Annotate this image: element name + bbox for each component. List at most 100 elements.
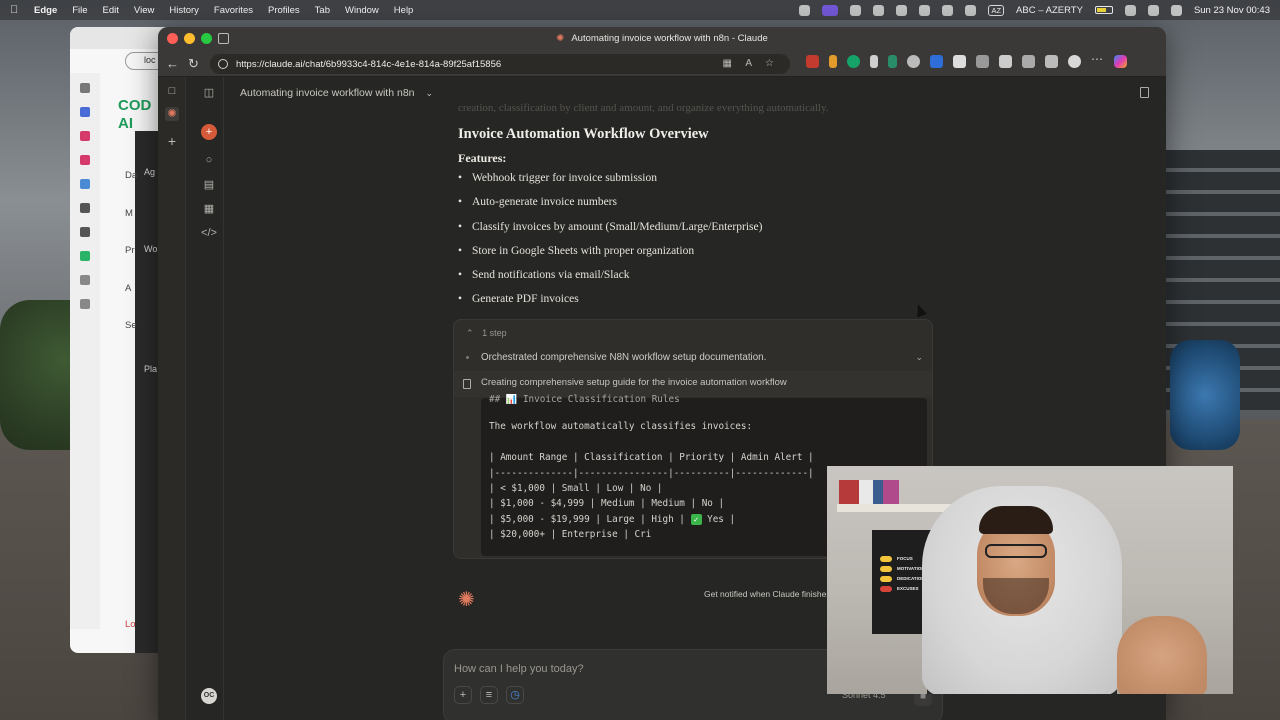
- chats-icon[interactable]: ○: [201, 152, 217, 168]
- docker-icon[interactable]: [873, 4, 885, 16]
- sidebar-toggle-icon[interactable]: ◫: [201, 85, 217, 101]
- bg-sidebar-icon[interactable]: [80, 275, 90, 285]
- reload-icon[interactable]: ↻: [188, 56, 199, 72]
- scrolled-text-fragment: creation, classification by client and a…: [458, 102, 829, 114]
- menu-profiles[interactable]: Profiles: [268, 5, 300, 16]
- read-aloud-icon[interactable]: A: [745, 58, 752, 69]
- bg-label: Lo: [125, 619, 136, 630]
- bg-sidebar-icon[interactable]: [80, 251, 90, 261]
- menu-history[interactable]: History: [169, 5, 199, 16]
- extensions-puzzle-icon[interactable]: [1022, 55, 1035, 68]
- research-clock-button[interactable]: ◷: [506, 686, 524, 704]
- chevron-down-icon[interactable]: ⌄: [425, 88, 433, 98]
- conversation-title[interactable]: Automating invoice workflow with n8n ⌄: [240, 87, 433, 99]
- back-arrow-icon[interactable]: ←: [166, 56, 179, 71]
- steps-toggle[interactable]: ⌃ 1 step: [466, 328, 507, 339]
- brightness-icon[interactable]: [919, 4, 931, 16]
- menu-window[interactable]: Window: [345, 5, 379, 16]
- menu-help[interactable]: Help: [394, 5, 414, 16]
- battery-icon[interactable]: [1094, 6, 1113, 14]
- bg-label: M: [125, 208, 133, 219]
- menu-tab[interactable]: Tab: [315, 5, 330, 16]
- keyboard-layout-badge[interactable]: AZ: [988, 4, 1005, 16]
- more-menu-icon[interactable]: ⋯: [1091, 53, 1104, 68]
- poster-toggle: [880, 576, 892, 582]
- app-available-icon[interactable]: ▦: [723, 58, 732, 69]
- poster-toggle: [880, 586, 892, 592]
- add-attachment-button[interactable]: +: [454, 686, 472, 704]
- extension-icon[interactable]: [806, 55, 819, 68]
- avatar[interactable]: OC: [201, 688, 217, 704]
- list-item: Store in Google Sheets with proper organ…: [458, 245, 762, 269]
- site-info-icon[interactable]: [218, 59, 228, 69]
- bg-sidebar-icon[interactable]: [80, 155, 90, 165]
- menu-file[interactable]: File: [72, 5, 87, 16]
- new-chat-button[interactable]: +: [201, 124, 217, 140]
- apple-menu-icon[interactable]: : [10, 4, 22, 16]
- link-icon[interactable]: [907, 55, 920, 68]
- screen-recording-icon[interactable]: [822, 4, 839, 16]
- copilot-icon[interactable]: [1114, 55, 1127, 68]
- code-icon[interactable]: </>: [201, 225, 217, 241]
- bg-sidebar-icon[interactable]: [80, 203, 90, 213]
- projects-icon[interactable]: ▤: [201, 177, 217, 193]
- browser-titlebar[interactable]: ✺ Automating invoice workflow with n8n -…: [158, 27, 1166, 51]
- address-bar[interactable]: https://claude.ai/chat/6b9933c4-814c-4e1…: [210, 54, 790, 74]
- bg-sidebar-icon[interactable]: [80, 227, 90, 237]
- extension-icon[interactable]: [888, 55, 897, 68]
- file-icon: [463, 379, 471, 389]
- grammarly-icon[interactable]: [847, 55, 860, 68]
- bg-sidebar-icon[interactable]: [80, 179, 90, 189]
- bg-sidebar-icon[interactable]: [80, 107, 90, 117]
- bg-sidebar-icon[interactable]: [80, 83, 90, 93]
- chevron-up-icon: ⌃: [466, 328, 474, 338]
- control-center-icon[interactable]: [1170, 4, 1182, 16]
- shield-ext-icon[interactable]: [953, 55, 966, 68]
- headphones-icon[interactable]: [965, 4, 977, 16]
- bg-sidebar-icon[interactable]: [80, 299, 90, 309]
- artifacts-icon[interactable]: ▦: [201, 201, 217, 217]
- extension-icon[interactable]: [829, 55, 837, 68]
- bg-label: Wo: [144, 244, 158, 254]
- chevron-down-icon[interactable]: ⌄: [915, 352, 923, 363]
- chat-input[interactable]: [454, 660, 814, 678]
- code-gap: [489, 406, 919, 421]
- play-icon[interactable]: [942, 4, 954, 16]
- menu-app-name[interactable]: Edge: [34, 5, 57, 16]
- screenshot-icon[interactable]: [999, 55, 1012, 68]
- poster-toggle: [880, 556, 892, 562]
- bg-label: Da: [125, 170, 138, 181]
- favorite-star-icon[interactable]: ☆: [765, 58, 774, 69]
- wifi-icon[interactable]: [1124, 4, 1136, 16]
- menubar-clock[interactable]: Sun 23 Nov 00:43: [1194, 5, 1270, 16]
- new-tab-plus-icon[interactable]: +: [165, 133, 179, 149]
- menu-favorites[interactable]: Favorites: [214, 5, 253, 16]
- color-picker-icon[interactable]: [870, 55, 878, 68]
- step-summary[interactable]: Orchestrated comprehensive N8N workflow …: [481, 352, 766, 363]
- favorites-icon[interactable]: [1045, 55, 1058, 68]
- tools-sliders-button[interactable]: ≡: [480, 686, 498, 704]
- code-gap: [489, 437, 919, 452]
- extension-icon[interactable]: [976, 55, 989, 68]
- shield-icon[interactable]: [896, 4, 908, 16]
- profile-avatar-icon[interactable]: [1068, 55, 1081, 68]
- tab-list-icon[interactable]: □: [165, 85, 179, 99]
- spotlight-search-icon[interactable]: [1147, 4, 1159, 16]
- tag-icon[interactable]: [930, 55, 943, 68]
- bg-label: A: [125, 283, 132, 294]
- input-source-label[interactable]: ABC – AZERTY: [1016, 5, 1083, 16]
- menu-view[interactable]: View: [134, 5, 154, 16]
- menu-edit[interactable]: Edit: [103, 5, 119, 16]
- steps-count: 1 step: [482, 328, 507, 338]
- status-app-icon[interactable]: [799, 4, 811, 16]
- extensions-bar: ⋯: [806, 53, 1127, 68]
- camera-icon[interactable]: [850, 4, 862, 16]
- poster-toggle: [880, 566, 892, 572]
- notify-link[interactable]: Get notified when Claude finishes: [704, 589, 831, 599]
- pinned-claude-tab-icon[interactable]: ✺: [165, 107, 179, 121]
- address-bar-url[interactable]: https://claude.ai/chat/6b9933c4-814c-4e1…: [236, 59, 501, 70]
- active-tab[interactable]: ✺ Automating invoice workflow with n8n -…: [158, 33, 1166, 44]
- artifact-document-icon[interactable]: [1140, 87, 1149, 98]
- webcam-overlay: FOCUS MOTIVATION DEDICATION EXCUSES: [827, 466, 1233, 694]
- bg-sidebar-icon[interactable]: [80, 131, 90, 141]
